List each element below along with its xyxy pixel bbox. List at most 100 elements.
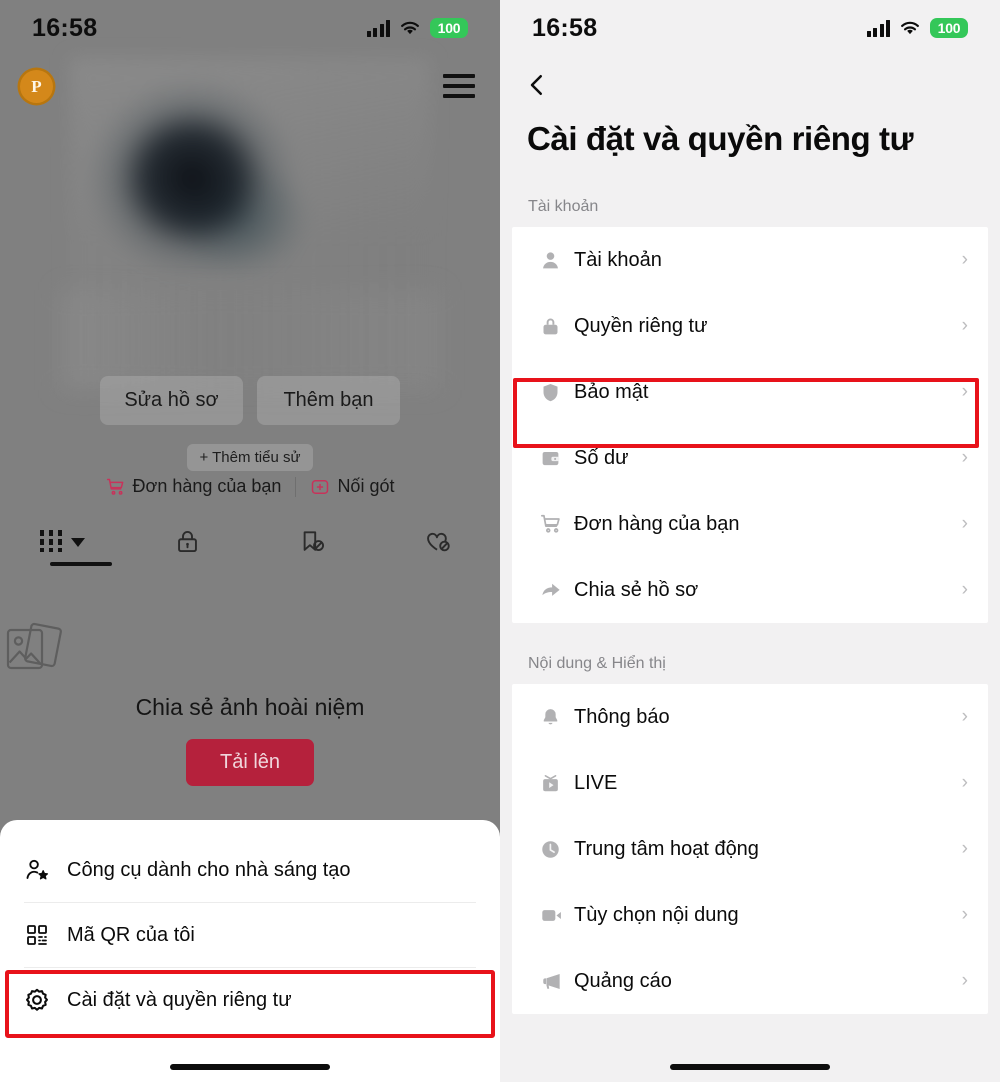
- orders-link[interactable]: Đơn hàng của bạn: [106, 476, 282, 497]
- share-arrow-icon: [540, 579, 574, 601]
- settings-row-ads[interactable]: Quảng cáo ›: [512, 948, 988, 1014]
- chevron-right-icon: ›: [961, 249, 968, 270]
- live-tv-icon: [540, 773, 574, 794]
- sheet-item-label: Mã QR của tôi: [67, 923, 195, 946]
- right-settings-panel: 16:58 100 Cài đặt và quyền riêng tư Tài …: [500, 0, 1000, 1082]
- clock-icon: [540, 839, 574, 860]
- settings-list: Tài khoản Tài khoản › Quyền riêng tư › B…: [500, 198, 1000, 1014]
- bookmark-off-icon: [299, 528, 326, 555]
- settings-row-security[interactable]: Bảo mật ›: [512, 359, 988, 425]
- settings-row-orders[interactable]: Đơn hàng của bạn ›: [512, 491, 988, 557]
- orders-link-label: Đơn hàng của bạn: [132, 476, 282, 496]
- section-label-content-display: Nội dung & Hiển thị: [528, 655, 666, 672]
- sheet-item-my-qr[interactable]: Mã QR của tôi: [0, 903, 500, 967]
- heart-off-icon: [424, 528, 451, 555]
- chevron-right-icon: ›: [961, 381, 968, 402]
- settings-row-privacy[interactable]: Quyền riêng tư ›: [512, 293, 988, 359]
- left-profile-panel: 16:58 100 P Sửa hồ sơ Thêm bạn + Thêm ti…: [0, 0, 500, 1082]
- lock-icon: [174, 528, 201, 555]
- cellular-signal-icon: [866, 19, 890, 37]
- add-box-icon: [310, 477, 330, 497]
- person-icon: [540, 250, 574, 271]
- lock-icon: [540, 316, 574, 337]
- settings-row-label: LIVE: [574, 771, 618, 794]
- status-bar-indicators: 100: [866, 17, 968, 39]
- battery-badge: 100: [430, 17, 468, 39]
- add-bio-button[interactable]: + Thêm tiểu sử: [187, 444, 313, 471]
- chevron-right-icon: ›: [961, 772, 968, 793]
- settings-row-activity-center[interactable]: Trung tâm hoạt động ›: [512, 816, 988, 882]
- cart-icon: [106, 477, 126, 497]
- tab-private[interactable]: [125, 518, 250, 564]
- chevron-right-icon: ›: [961, 970, 968, 991]
- profile-links: Đơn hàng của bạn Nối gót: [0, 476, 500, 497]
- status-bar-time: 16:58: [32, 13, 98, 42]
- home-indicator: [170, 1064, 330, 1070]
- add-friend-button[interactable]: Thêm bạn: [257, 376, 400, 425]
- profile-actions: Sửa hồ sơ Thêm bạn: [0, 376, 500, 425]
- qr-code-icon: [24, 923, 50, 947]
- photos-icon: [0, 620, 500, 680]
- settings-row-label: Bảo mật: [574, 380, 649, 403]
- settings-row-share-profile[interactable]: Chia sẻ hồ sơ ›: [512, 557, 988, 623]
- cart-icon: [540, 513, 574, 535]
- settings-row-label: Tùy chọn nội dung: [574, 903, 739, 926]
- chevron-right-icon: ›: [961, 904, 968, 925]
- back-button[interactable]: [522, 70, 552, 100]
- settings-row-content-preferences[interactable]: Tùy chọn nội dung ›: [512, 882, 988, 948]
- active-tab-indicator: [50, 562, 112, 566]
- status-bar-time: 16:58: [532, 13, 598, 42]
- chevron-right-icon: ›: [961, 315, 968, 336]
- bottom-sheet-menu: Công cụ dành cho nhà sáng tạo Mã QR của …: [0, 820, 500, 1082]
- chevron-right-icon: ›: [961, 838, 968, 859]
- settings-row-label: Số dư: [574, 446, 629, 469]
- upload-button[interactable]: Tải lên: [185, 739, 315, 786]
- noi-got-link-label: Nối gót: [337, 476, 395, 496]
- settings-row-live[interactable]: LIVE ›: [512, 750, 988, 816]
- page-title: Cài đặt và quyền riêng tư: [527, 120, 914, 157]
- battery-badge: 100: [930, 17, 968, 39]
- settings-card-content-display: Thông báo › LIVE › Trung tâm hoạt động ›: [512, 684, 988, 1014]
- status-bar-right: 16:58 100: [500, 0, 1000, 56]
- sheet-item-settings-privacy[interactable]: Cài đặt và quyền riêng tư: [0, 968, 500, 1032]
- status-bar-left: 16:58 100: [0, 0, 500, 56]
- video-camera-icon: [540, 904, 574, 927]
- avatar-badge[interactable]: P: [20, 70, 53, 103]
- settings-row-label: Quảng cáo: [574, 969, 672, 992]
- blurred-cover: [60, 290, 440, 390]
- chevron-down-icon: [71, 537, 85, 547]
- tab-liked[interactable]: [375, 518, 500, 564]
- tab-grid[interactable]: [0, 518, 125, 564]
- settings-row-label: Đơn hàng của bạn: [574, 512, 740, 535]
- settings-row-notifications[interactable]: Thông báo ›: [512, 684, 988, 750]
- profile-tabs: [0, 518, 500, 564]
- cellular-signal-icon: [366, 19, 390, 37]
- tab-saved[interactable]: [250, 518, 375, 564]
- empty-state: Chia sẻ ảnh hoài niệm Tải lên: [0, 620, 500, 786]
- shield-icon: [540, 382, 574, 403]
- link-separator: [295, 476, 297, 497]
- status-bar-indicators: 100: [366, 17, 468, 39]
- wifi-icon: [399, 20, 421, 37]
- settings-card-account: Tài khoản › Quyền riêng tư › Bảo mật › S…: [512, 227, 988, 623]
- chevron-right-icon: ›: [961, 579, 968, 600]
- sheet-item-creator-tools[interactable]: Công cụ dành cho nhà sáng tạo: [0, 838, 500, 902]
- chevron-right-icon: ›: [961, 706, 968, 727]
- settings-row-balance[interactable]: Số dư ›: [512, 425, 988, 491]
- sheet-item-label: Công cụ dành cho nhà sáng tạo: [67, 858, 351, 881]
- add-bio-row: + Thêm tiểu sử: [0, 444, 500, 471]
- section-label-account: Tài khoản: [528, 198, 599, 215]
- settings-row-account[interactable]: Tài khoản ›: [512, 227, 988, 293]
- settings-row-label: Quyền riêng tư: [574, 314, 708, 337]
- empty-state-title: Chia sẻ ảnh hoài niệm: [135, 694, 365, 720]
- home-indicator: [670, 1064, 830, 1070]
- noi-got-link[interactable]: Nối gót: [310, 476, 394, 497]
- megaphone-icon: [540, 970, 574, 993]
- sheet-item-label: Cài đặt và quyền riêng tư: [67, 988, 292, 1011]
- grid-icon: [40, 530, 62, 552]
- hamburger-menu-icon[interactable]: [443, 74, 475, 98]
- edit-profile-button[interactable]: Sửa hồ sơ: [100, 376, 243, 425]
- creator-tools-icon: [24, 857, 50, 883]
- settings-row-label: Thông báo: [574, 705, 670, 728]
- bell-icon: [540, 707, 574, 728]
